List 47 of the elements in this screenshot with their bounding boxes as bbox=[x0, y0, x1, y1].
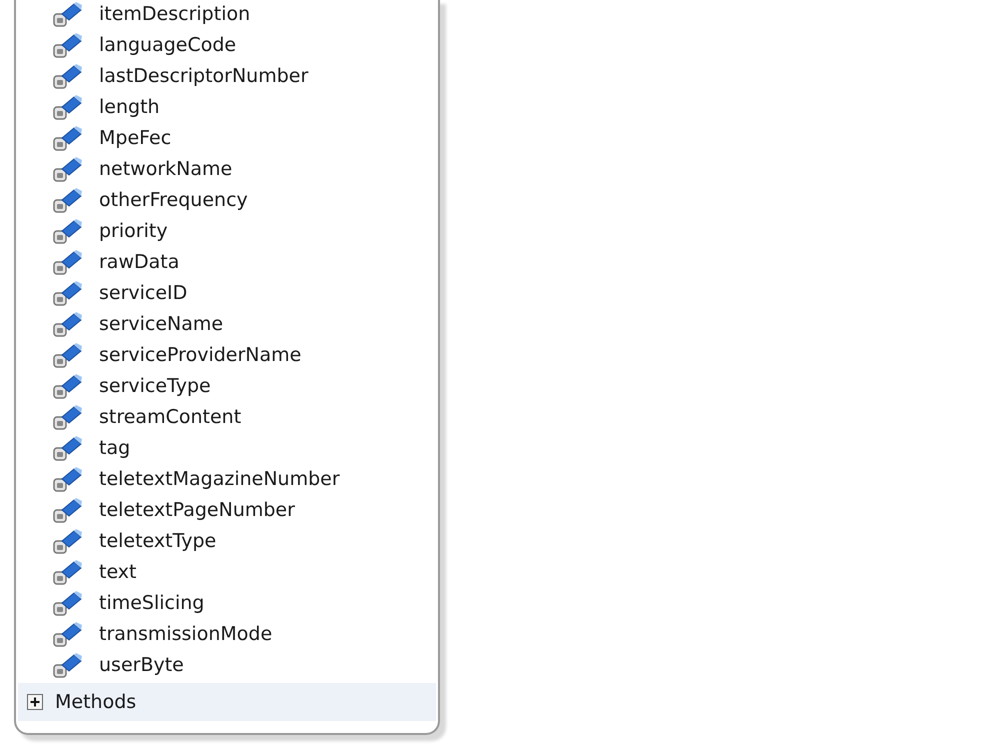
property-icon bbox=[53, 342, 83, 368]
property-icon bbox=[53, 280, 83, 306]
property-name: length bbox=[99, 96, 160, 118]
property-icon bbox=[53, 466, 83, 492]
property-name: itemDescription bbox=[99, 2, 250, 24]
property-icon bbox=[53, 124, 83, 150]
property-icon bbox=[53, 652, 83, 678]
property-name: serviceName bbox=[99, 312, 224, 334]
expand-icon[interactable] bbox=[27, 694, 43, 710]
property-icon bbox=[53, 186, 83, 212]
property-icon bbox=[53, 404, 83, 430]
property-name: teletextMagazineNumber bbox=[99, 468, 340, 490]
property-icon bbox=[53, 248, 83, 274]
property-icon bbox=[53, 558, 83, 584]
property-name: tag bbox=[99, 436, 130, 458]
property-icon bbox=[53, 156, 83, 182]
methods-section[interactable]: Methods bbox=[18, 683, 436, 721]
property-icon bbox=[53, 62, 83, 88]
property-name: teletextPageNumber bbox=[99, 498, 295, 520]
property-icon bbox=[53, 528, 83, 554]
property-name: rawData bbox=[99, 250, 180, 272]
property-icon bbox=[53, 218, 83, 244]
property-icon bbox=[53, 620, 83, 646]
section-label: Methods bbox=[55, 691, 136, 713]
property-icon bbox=[53, 32, 83, 58]
property-icon bbox=[53, 310, 83, 336]
property-icon bbox=[53, 496, 83, 522]
property-name: lastDescriptorNumber bbox=[99, 64, 308, 86]
property-icon bbox=[53, 0, 83, 26]
property-name: streamContent bbox=[99, 406, 242, 428]
property-name: serviceID bbox=[99, 282, 188, 304]
property-name: userByte bbox=[99, 654, 184, 676]
property-name: priority bbox=[99, 220, 168, 242]
property-name: transmissionMode bbox=[99, 622, 272, 644]
property-name: MpeFec bbox=[99, 126, 172, 148]
property-name: serviceType bbox=[99, 374, 211, 396]
property-icon bbox=[53, 590, 83, 616]
property-icon bbox=[53, 434, 83, 460]
property-name: text bbox=[99, 560, 136, 582]
property-name: teletextType bbox=[99, 530, 216, 552]
property-name: serviceProviderName bbox=[99, 344, 302, 366]
property-name: languageCode bbox=[99, 34, 236, 56]
property-icon bbox=[53, 372, 83, 398]
property-name: networkName bbox=[99, 158, 232, 180]
property-name: timeSlicing bbox=[99, 592, 204, 614]
property-icon bbox=[53, 94, 83, 120]
property-name: otherFrequency bbox=[99, 188, 248, 210]
